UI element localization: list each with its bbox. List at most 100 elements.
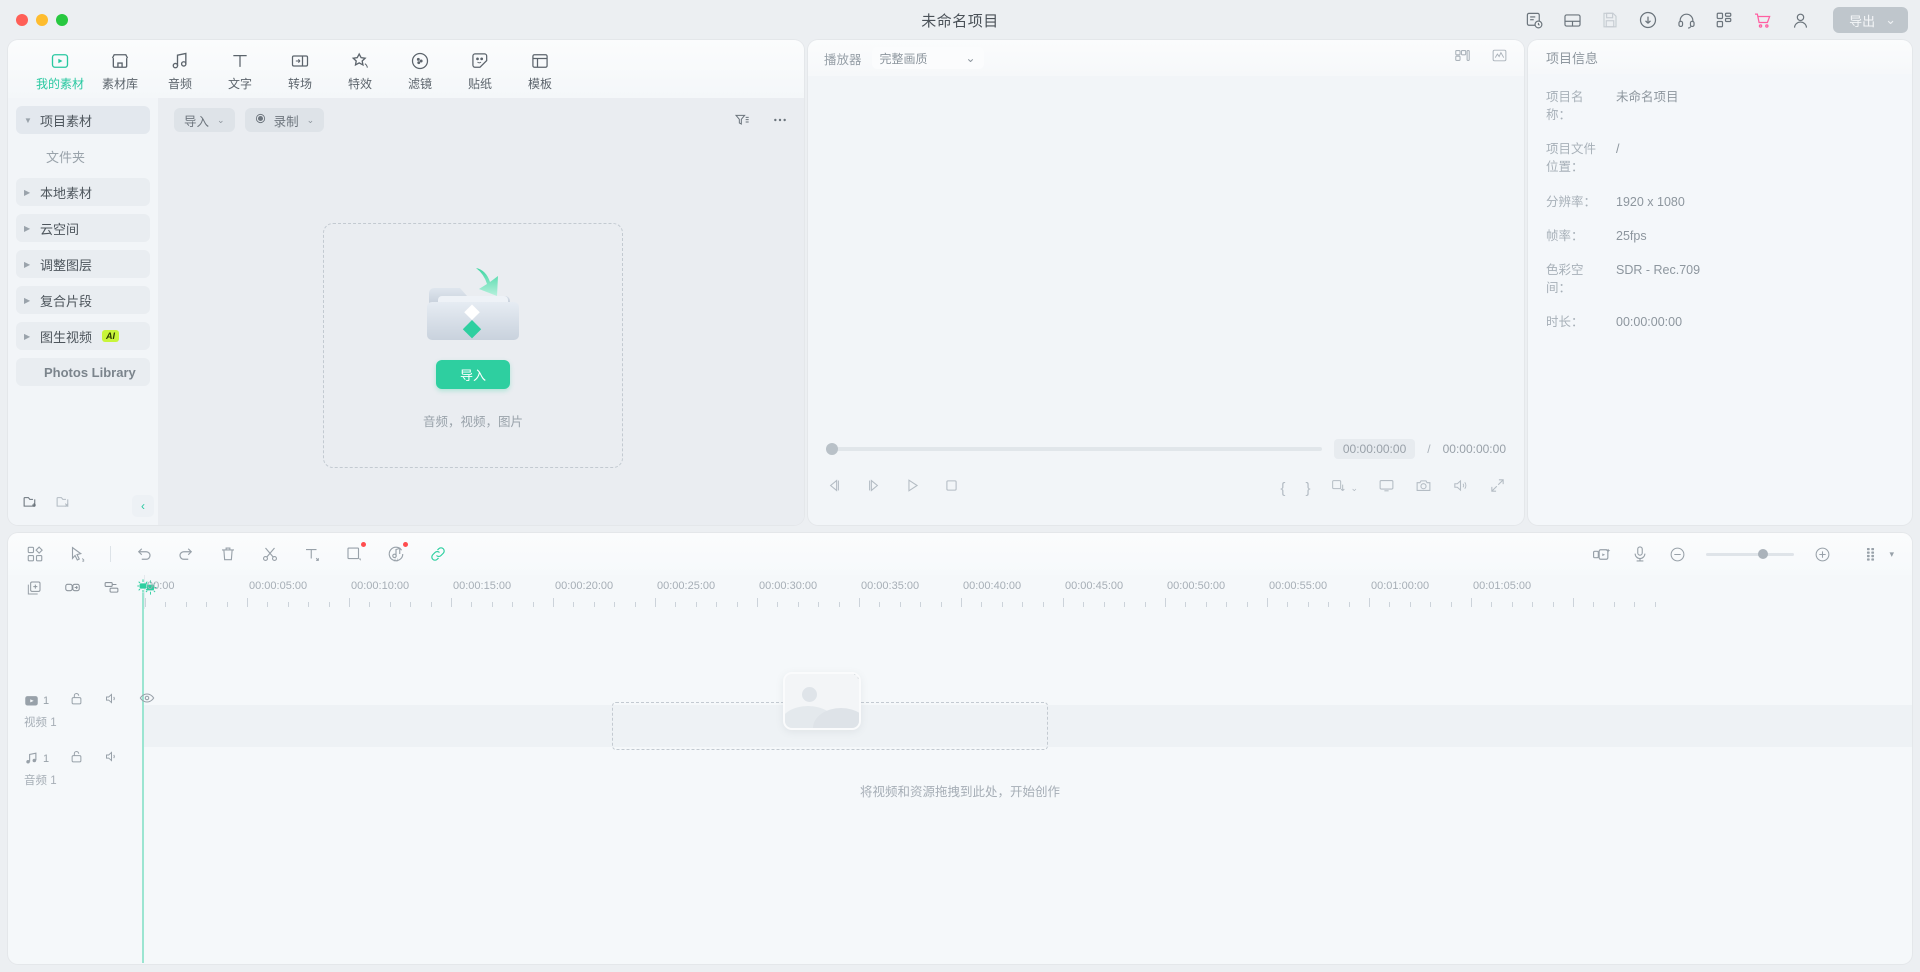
selection-cursor-icon[interactable] xyxy=(68,545,86,563)
add-text-icon[interactable] xyxy=(303,545,321,563)
zoom-slider-handle[interactable] xyxy=(1758,549,1769,559)
chevron-down-icon[interactable]: ▼ xyxy=(24,116,34,125)
crop-mask-icon[interactable] xyxy=(345,542,366,563)
tab-transition[interactable]: 转场 xyxy=(270,50,330,92)
export-frame-group[interactable]: ⌄ xyxy=(1330,478,1358,499)
apps-grid-icon[interactable] xyxy=(1713,9,1735,31)
player-stage[interactable] xyxy=(808,76,1524,431)
dropzone-import-button[interactable]: 导入 xyxy=(435,359,510,389)
import-dropdown-button[interactable]: 导入 ⌄ xyxy=(174,108,235,132)
export-frame-button[interactable] xyxy=(1330,478,1346,499)
title-bar: 未命名项目 导出 ⌄ xyxy=(0,0,1920,40)
sidebar-item-local-media[interactable]: ▶ 本地素材 xyxy=(16,178,150,206)
tab-effects[interactable]: 特效 xyxy=(330,50,390,92)
media-sidebar: ▼ 项目素材 文件夹 ▶ 本地素材 ▶ 云空间 ▶ 调整图层 ▶ 复合片段 ▶ … xyxy=(8,98,158,525)
chevron-down-icon[interactable]: ⌄ xyxy=(1885,12,1896,28)
shopping-cart-icon[interactable] xyxy=(1751,9,1773,31)
screen-record-icon[interactable] xyxy=(1592,545,1611,564)
chevron-right-icon[interactable]: ▶ xyxy=(24,188,34,197)
quality-select[interactable]: 完整画质 ⌄ xyxy=(871,47,984,69)
chevron-down-icon[interactable]: ⌄ xyxy=(307,115,315,126)
play-button[interactable] xyxy=(904,477,921,499)
add-track-icon[interactable] xyxy=(26,580,42,601)
cloud-upload-icon[interactable] xyxy=(1637,9,1659,31)
volume-button[interactable] xyxy=(1452,477,1469,499)
sidebar-item-cloud[interactable]: ▶ 云空间 xyxy=(16,214,150,242)
fit-screen-button[interactable] xyxy=(1378,477,1395,499)
save-icon[interactable] xyxy=(1599,9,1621,31)
playback-scrubber[interactable] xyxy=(826,443,1322,455)
tab-stock-library[interactable]: 素材库 xyxy=(90,50,150,92)
chevron-down-icon[interactable]: ⌄ xyxy=(965,51,975,65)
add-media-plus-icon[interactable]: + xyxy=(849,674,859,684)
mute-icon[interactable] xyxy=(104,749,119,769)
tab-filter[interactable]: 滤镜 xyxy=(390,50,450,92)
ruler-tick xyxy=(899,602,901,607)
stop-button[interactable] xyxy=(943,477,960,499)
auto-arrange-icon[interactable] xyxy=(103,579,120,601)
tab-text[interactable]: 文字 xyxy=(210,50,270,92)
lock-icon[interactable] xyxy=(69,749,84,769)
track-header-video1[interactable]: 1 视频 1 xyxy=(8,684,155,736)
redo-icon[interactable] xyxy=(177,545,195,563)
undo-icon[interactable] xyxy=(135,545,153,563)
chevron-right-icon[interactable]: ▶ xyxy=(24,296,34,305)
tab-my-media[interactable]: 我的素材 xyxy=(30,50,90,92)
delete-folder-icon[interactable] xyxy=(55,493,72,515)
split-view-icon[interactable] xyxy=(1454,47,1471,69)
tab-template[interactable]: 模板 xyxy=(510,50,570,92)
zoom-in-icon[interactable] xyxy=(1814,546,1831,563)
more-options-icon[interactable] xyxy=(772,112,788,128)
chevron-right-icon[interactable]: ▶ xyxy=(24,332,34,341)
mark-in-button[interactable]: { xyxy=(1280,480,1285,497)
layout-icon[interactable] xyxy=(1561,9,1583,31)
ai-audio-icon[interactable]: AI xyxy=(387,542,408,563)
chevron-down-icon[interactable]: ⌄ xyxy=(1350,483,1358,494)
next-frame-button[interactable] xyxy=(865,477,882,499)
sidebar-item-adjustment-layer[interactable]: ▶ 调整图层 xyxy=(16,250,150,278)
chevron-right-icon[interactable]: ▶ xyxy=(24,260,34,269)
record-dropdown-button[interactable]: 录制 ⌄ xyxy=(244,108,325,132)
lock-icon[interactable] xyxy=(69,691,84,711)
microphone-icon[interactable] xyxy=(1631,545,1649,563)
scrubber-handle[interactable] xyxy=(826,443,838,455)
mark-out-button[interactable]: } xyxy=(1305,480,1310,497)
current-timecode[interactable]: 00:00:00:00 xyxy=(1333,439,1416,459)
zoom-slider[interactable] xyxy=(1706,549,1795,559)
fullscreen-button[interactable] xyxy=(1489,477,1506,499)
delete-icon[interactable] xyxy=(219,545,237,563)
snapshot-button[interactable] xyxy=(1415,477,1432,499)
layout-grid-icon[interactable] xyxy=(26,545,44,563)
player-header-tools xyxy=(1454,47,1508,69)
project-history-icon[interactable] xyxy=(1523,9,1545,31)
link-clip-icon[interactable] xyxy=(64,579,81,601)
mute-icon[interactable] xyxy=(104,691,119,711)
timeline-ruler[interactable]: 00:00 00:00:05:00 00:00:10:00 00:00:15:00 00… xyxy=(144,575,1912,609)
waveform-scope-icon[interactable] xyxy=(1491,47,1508,69)
playhead-marker[interactable] xyxy=(134,578,152,594)
sidebar-item-folder[interactable]: 文件夹 xyxy=(16,142,150,170)
link-icon[interactable] xyxy=(429,545,447,563)
chevron-right-icon[interactable]: ▶ xyxy=(24,224,34,233)
collapse-sidebar-button[interactable]: ‹ xyxy=(132,495,154,517)
sidebar-item-image-to-video[interactable]: ▶ 图生视频 AI xyxy=(16,322,150,350)
tab-sticker[interactable]: 贴纸 xyxy=(450,50,510,92)
zoom-out-icon[interactable] xyxy=(1669,546,1686,563)
prev-frame-button[interactable] xyxy=(826,477,843,499)
new-folder-icon[interactable] xyxy=(22,493,39,515)
sidebar-item-compound-clip[interactable]: ▶ 复合片段 xyxy=(16,286,150,314)
filter-sort-icon[interactable] xyxy=(734,112,750,128)
media-placeholder-thumbnail[interactable]: + xyxy=(783,672,861,730)
track-height-chevron[interactable]: ▾ xyxy=(1889,549,1894,560)
track-height-icon[interactable] xyxy=(1865,546,1881,562)
chevron-down-icon[interactable]: ⌄ xyxy=(217,115,225,126)
ruler-tick xyxy=(1409,602,1411,607)
user-account-icon[interactable] xyxy=(1789,9,1811,31)
media-dropzone[interactable]: 导入 音频，视频，图片 xyxy=(323,223,623,468)
sidebar-item-project-media[interactable]: ▼ 项目素材 xyxy=(16,106,150,134)
tab-audio[interactable]: 音频 xyxy=(150,50,210,92)
sidebar-item-photos-library[interactable]: Photos Library xyxy=(16,358,150,386)
support-headset-icon[interactable] xyxy=(1675,9,1697,31)
export-button[interactable]: 导出 ⌄ xyxy=(1833,7,1908,33)
split-scissors-icon[interactable] xyxy=(261,545,279,563)
